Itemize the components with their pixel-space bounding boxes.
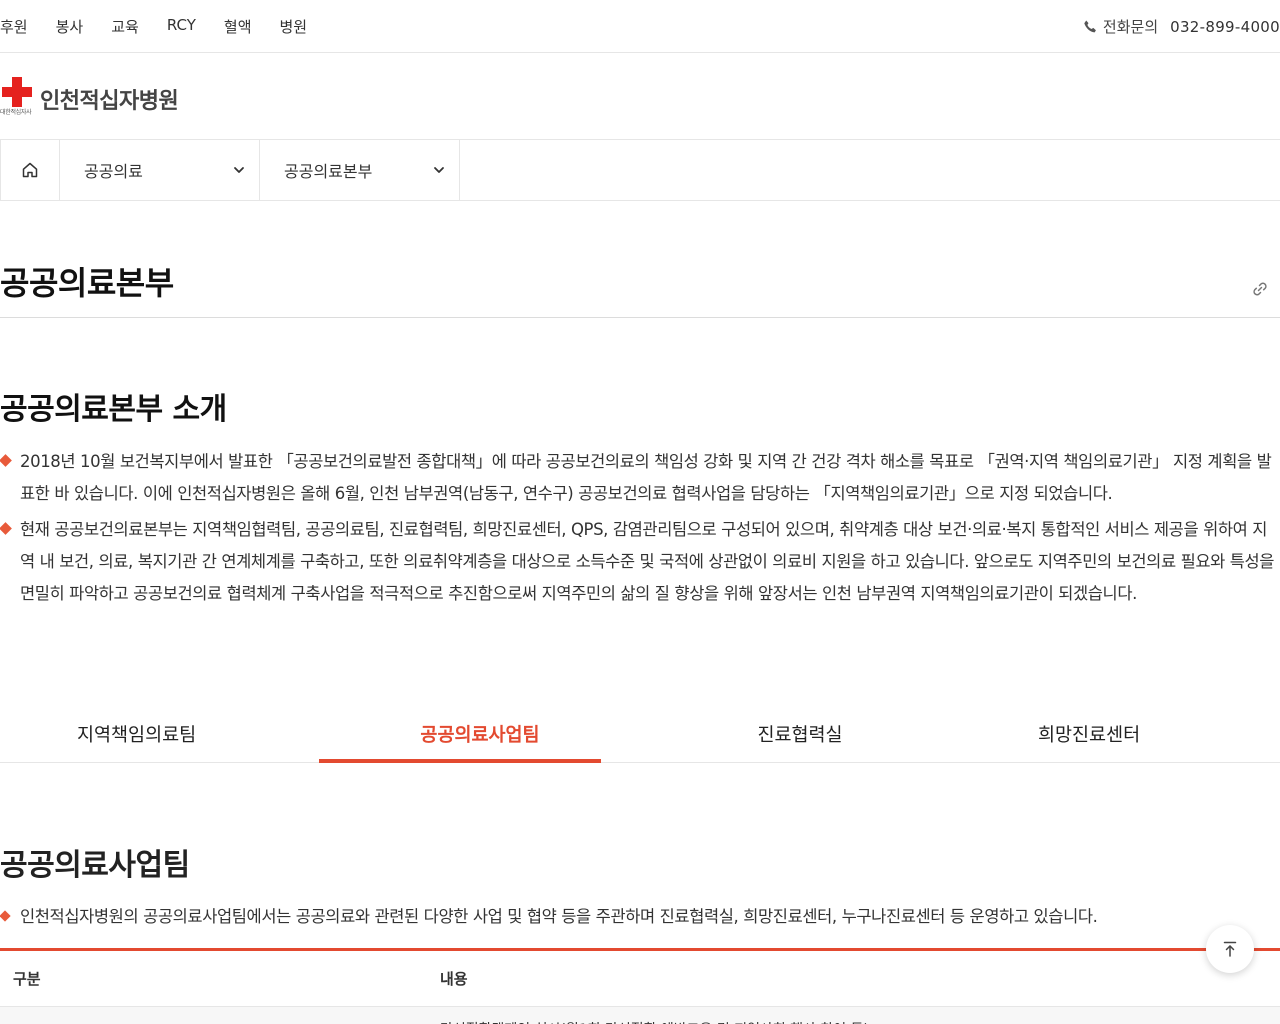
chevron-down-icon xyxy=(433,164,445,176)
table-header: 구분 내용 xyxy=(0,951,1280,1007)
section-title: 공공의료사업팀 xyxy=(0,848,190,883)
intro-paragraphs: 2018년 10월 보건복지부에서 발표한 「공공보건의료발전 종합대책」에 따… xyxy=(0,446,1280,610)
red-cross-logo-icon: 대한적십자사 xyxy=(0,75,38,117)
top-nav-blood[interactable]: 혈액 xyxy=(224,16,252,37)
intro-paragraph: 2018년 10월 보건복지부에서 발표한 「공공보건의료발전 종합대책」에 따… xyxy=(0,446,1280,510)
table-cell-category xyxy=(0,1007,440,1019)
breadcrumb-dropdown-level1[interactable]: 공공의료 xyxy=(60,140,260,200)
top-utility-bar: 후원 봉사 교육 RCY 혈액 병원 전화문의 032-899-4000 xyxy=(0,0,1280,53)
logo-sub: 대한적십자사 xyxy=(0,109,32,116)
breadcrumb-level1-label: 공공의료 xyxy=(84,162,143,181)
top-nav-hospital[interactable]: 병원 xyxy=(280,16,308,37)
diamond-bullet-icon xyxy=(0,910,11,922)
diamond-bullet-icon xyxy=(0,522,12,535)
site-logo[interactable]: 대한적십자사 인천적십자병원 xyxy=(0,75,179,117)
table-row: 만성질환캠페인 실시(월1회 만성질환 예방교육 및 지역사회 행사 참여 등) xyxy=(0,1007,1280,1024)
table-cell-content: 만성질환캠페인 실시(월1회 만성질환 예방교육 및 지역사회 행사 참여 등) xyxy=(440,1007,869,1024)
page-title: 공공의료본부 xyxy=(0,264,174,302)
breadcrumb-home-button[interactable] xyxy=(0,140,60,200)
tab-public-health-project-team[interactable]: 공공의료사업팀 xyxy=(319,705,640,763)
top-nav-donate[interactable]: 후원 xyxy=(0,16,28,37)
phone-icon xyxy=(1083,19,1099,35)
diamond-bullet-icon xyxy=(0,454,12,467)
chevron-down-icon xyxy=(233,164,245,176)
team-tabs: 지역책임의료팀 공공의료사업팀 진료협력실 희망진료센터 xyxy=(0,705,1280,763)
breadcrumb: 공공의료 공공의료본부 xyxy=(0,139,1280,201)
breadcrumb-dropdown-level2[interactable]: 공공의료본부 xyxy=(260,140,460,200)
section-description-text: 인천적십자병원의 공공의료사업팀에서는 공공의료와 관련된 다양한 사업 및 협… xyxy=(20,907,1098,926)
contact-phone: 전화문의 032-899-4000 xyxy=(1083,16,1280,37)
intro-paragraph: 현재 공공보건의료본부는 지역책임협력팀, 공공의료팀, 진료협력팀, 희망진료… xyxy=(0,514,1280,610)
project-table: 구분 내용 만성질환캠페인 실시(월1회 만성질환 예방교육 및 지역사회 행사… xyxy=(0,948,1280,1024)
home-icon xyxy=(21,161,39,179)
arrow-up-icon xyxy=(1221,940,1239,958)
logo-name: 인천적십자병원 xyxy=(40,89,179,114)
intro-paragraph-text: 2018년 10월 보건복지부에서 발표한 「공공보건의료발전 종합대책」에 따… xyxy=(20,452,1272,503)
tab-care-cooperation-office[interactable]: 진료협력실 xyxy=(640,705,960,762)
breadcrumb-level2-label: 공공의료본부 xyxy=(284,162,373,181)
contact-number[interactable]: 032-899-4000 xyxy=(1170,18,1280,36)
contact-label: 전화문의 xyxy=(1102,18,1159,36)
title-divider xyxy=(0,317,1280,318)
link-icon[interactable] xyxy=(1250,279,1270,299)
intro-title: 공공의료본부 소개 xyxy=(0,392,227,427)
scroll-to-top-button[interactable] xyxy=(1206,925,1254,973)
table-header-category: 구분 xyxy=(13,970,41,988)
table-header-content: 내용 xyxy=(440,970,468,988)
top-nav: 후원 봉사 교육 RCY 혈액 병원 xyxy=(0,16,335,37)
tab-regional-responsibility-team[interactable]: 지역책임의료팀 xyxy=(0,705,320,762)
top-nav-education[interactable]: 교육 xyxy=(111,16,139,37)
section-description: 인천적십자병원의 공공의료사업팀에서는 공공의료와 관련된 다양한 사업 및 협… xyxy=(0,901,1200,933)
top-nav-volunteer[interactable]: 봉사 xyxy=(56,16,84,37)
top-nav-rcy[interactable]: RCY xyxy=(167,16,196,37)
tab-hope-clinic-center[interactable]: 희망진료센터 xyxy=(960,705,1280,762)
intro-paragraph-text: 현재 공공보건의료본부는 지역책임협력팀, 공공의료팀, 진료협력팀, 희망진료… xyxy=(20,520,1275,603)
